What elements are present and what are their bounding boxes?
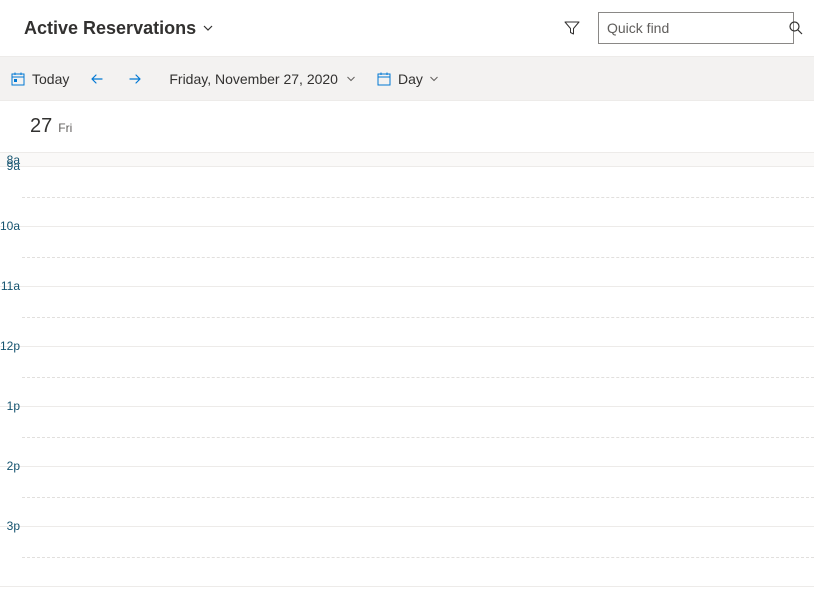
- calendar-toolbar: Today Friday, November 27, 2020 Day: [0, 57, 814, 101]
- time-label: 11a: [0, 287, 22, 346]
- time-label: 12p: [0, 347, 22, 406]
- next-button[interactable]: [123, 67, 147, 91]
- header: Active Reservations: [0, 0, 814, 57]
- half-hour-divider: [22, 497, 814, 498]
- time-cell[interactable]: [22, 227, 814, 286]
- calendar-body: 27 Fri 8a 9a 10a 11a 12p 1p 2p: [0, 101, 814, 608]
- time-row: 1p: [0, 407, 814, 467]
- today-button[interactable]: Today: [8, 67, 71, 91]
- search-button[interactable]: [788, 20, 804, 36]
- calendar-range-icon: [376, 71, 392, 87]
- view-selector[interactable]: Day: [376, 71, 439, 87]
- header-right: [560, 12, 794, 44]
- date-selector[interactable]: Friday, November 27, 2020: [169, 71, 356, 87]
- previous-button[interactable]: [85, 67, 109, 91]
- half-hour-divider: [22, 377, 814, 378]
- search-box: [598, 12, 794, 44]
- chevron-down-icon: [429, 74, 439, 84]
- time-label: 3p: [0, 527, 22, 586]
- search-icon: [788, 20, 804, 36]
- time-label: 1p: [0, 407, 22, 466]
- arrow-right-icon: [127, 71, 143, 87]
- today-label: Today: [32, 71, 69, 87]
- chevron-down-icon: [346, 74, 356, 84]
- time-row: 3p: [0, 527, 814, 587]
- time-label: 10a: [0, 227, 22, 286]
- time-grid[interactable]: 8a 9a 10a 11a 12p 1p 2p 3p: [0, 153, 814, 608]
- time-row: 9a: [0, 167, 814, 227]
- time-cell[interactable]: [22, 467, 814, 526]
- day-name: Fri: [58, 121, 72, 135]
- time-cell[interactable]: [22, 347, 814, 406]
- time-row: 12p: [0, 347, 814, 407]
- view-label: Day: [398, 71, 423, 87]
- time-label: 2p: [0, 467, 22, 526]
- page-title: Active Reservations: [24, 18, 196, 39]
- chevron-down-icon: [202, 22, 214, 34]
- time-row: 8a: [0, 153, 814, 167]
- time-cell[interactable]: [22, 167, 814, 226]
- time-cell[interactable]: [22, 153, 814, 166]
- half-hour-divider: [22, 197, 814, 198]
- filter-icon: [564, 20, 580, 36]
- half-hour-divider: [22, 437, 814, 438]
- filter-button[interactable]: [560, 16, 584, 40]
- view-title-dropdown[interactable]: Active Reservations: [24, 18, 214, 39]
- time-cell[interactable]: [22, 407, 814, 466]
- time-cell[interactable]: [22, 527, 814, 586]
- date-label: Friday, November 27, 2020: [169, 71, 338, 87]
- time-label: 9a: [0, 167, 22, 226]
- half-hour-divider: [22, 557, 814, 558]
- search-input[interactable]: [607, 20, 788, 36]
- half-hour-divider: [22, 317, 814, 318]
- calendar-today-icon: [10, 71, 26, 87]
- time-row: 11a: [0, 287, 814, 347]
- half-hour-divider: [22, 257, 814, 258]
- time-row: 10a: [0, 227, 814, 287]
- time-cell[interactable]: [22, 287, 814, 346]
- day-number: 27: [30, 115, 52, 138]
- day-header: 27 Fri: [0, 101, 814, 153]
- time-row: 2p: [0, 467, 814, 527]
- arrow-left-icon: [89, 71, 105, 87]
